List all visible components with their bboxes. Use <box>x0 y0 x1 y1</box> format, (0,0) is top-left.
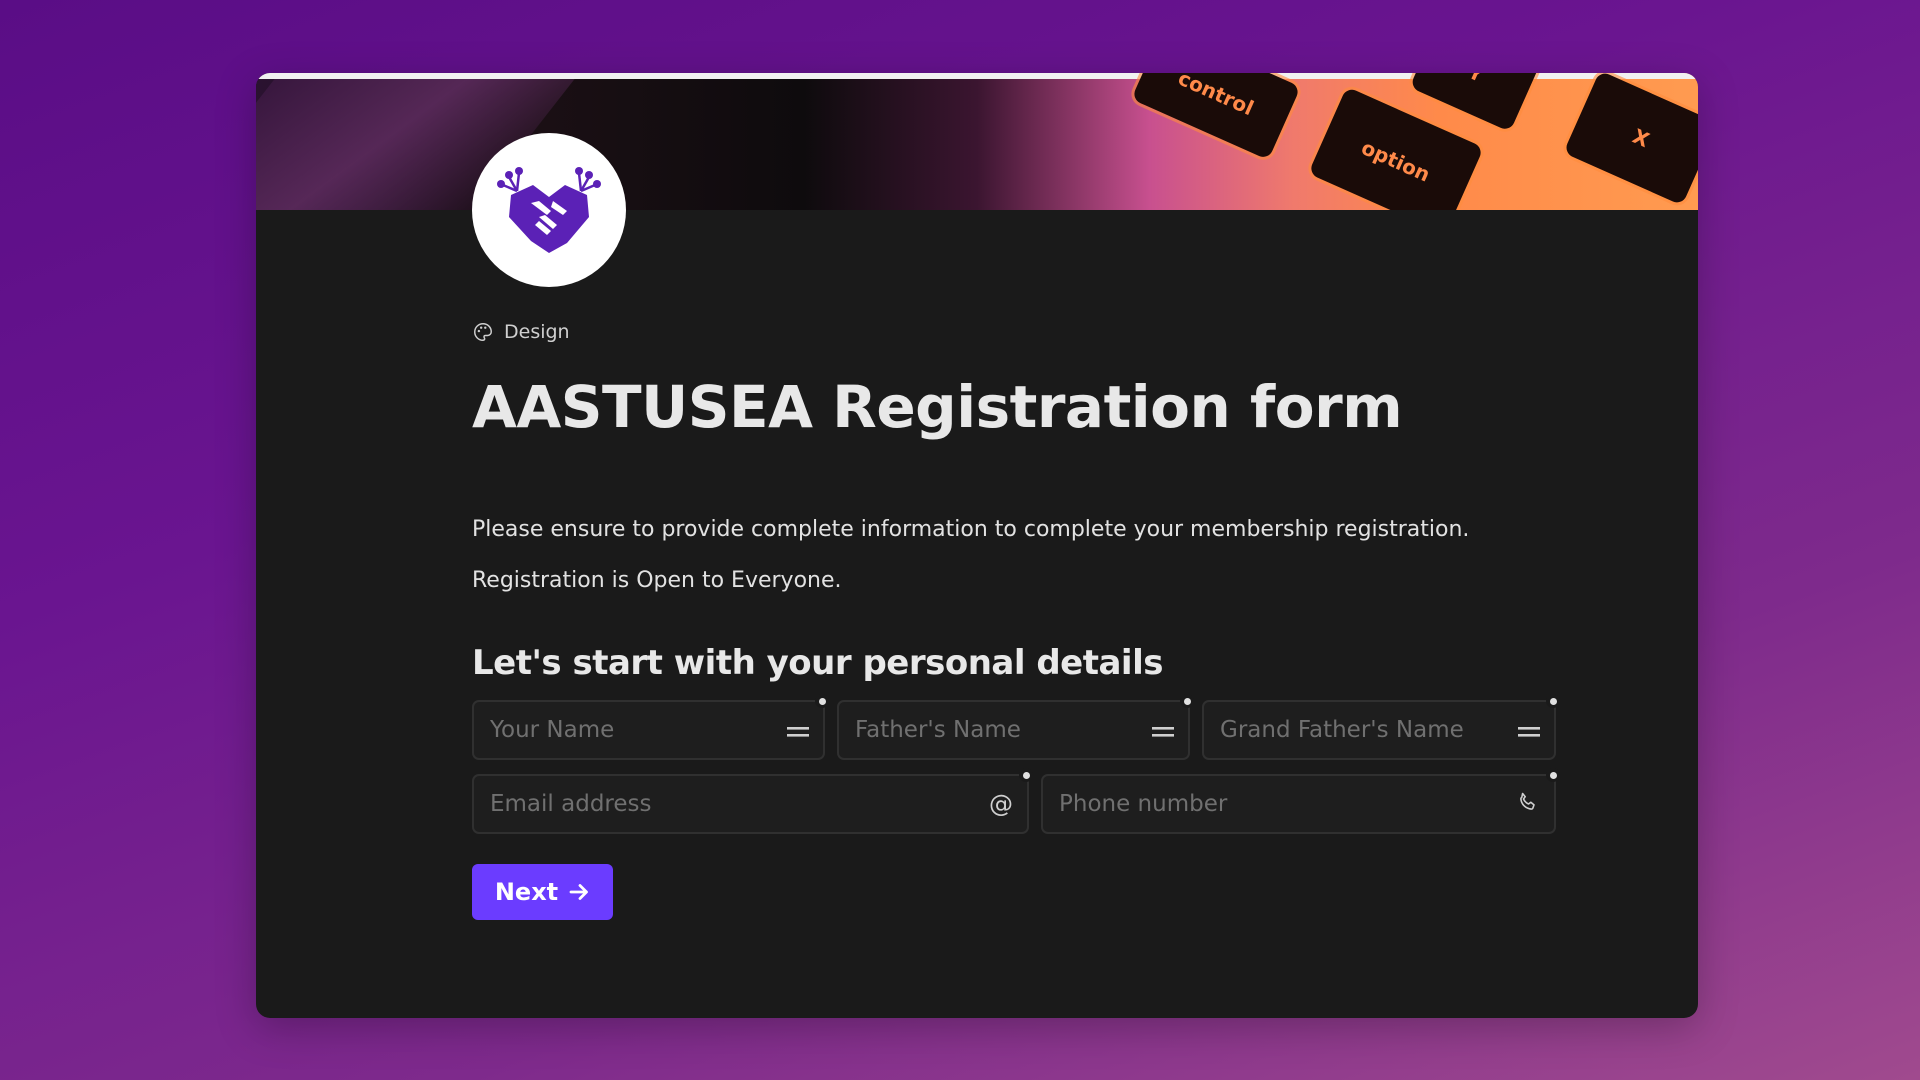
equals-icon <box>1152 718 1174 742</box>
keyboard-key: control <box>1131 73 1301 161</box>
equals-icon <box>787 718 809 742</box>
handshake-icon <box>497 167 601 253</box>
grandfathers-name-placeholder: Grand Father's Name <box>1220 717 1464 743</box>
fathers-name-placeholder: Father's Name <box>855 717 1021 743</box>
email-field[interactable]: Email address @ <box>472 768 1033 834</box>
required-marker <box>1546 768 1560 782</box>
fathers-name-field[interactable]: Father's Name <box>837 694 1194 760</box>
equals-icon <box>1518 718 1540 742</box>
next-button[interactable]: Next <box>472 864 613 920</box>
keyboard-key: X <box>1563 73 1698 206</box>
your-name-field[interactable]: Your Name <box>472 694 829 760</box>
your-name-placeholder: Your Name <box>490 717 615 743</box>
next-button-label: Next <box>494 878 559 906</box>
form-content: Design AASTUSEA Registration form Please… <box>472 317 1572 920</box>
contact-fields-row: Email address @ Phone number <box>472 768 1560 834</box>
category-label: Design <box>472 317 1572 347</box>
form-description: Please ensure to provide complete inform… <box>472 517 1470 542</box>
phone-placeholder: Phone number <box>1059 791 1228 817</box>
category-text: Design <box>504 321 570 343</box>
grandfathers-name-field[interactable]: Grand Father's Name <box>1202 694 1560 760</box>
name-fields-row: Your Name Father's Name Grand Father's N… <box>472 694 1560 760</box>
required-marker <box>1546 694 1560 708</box>
palette-icon <box>474 323 492 341</box>
section-title: Let's start with your personal details <box>472 643 1163 683</box>
required-marker <box>815 694 829 708</box>
phone-field[interactable]: Phone number <box>1041 768 1560 834</box>
phone-icon <box>1516 790 1540 818</box>
organization-logo <box>472 133 626 287</box>
page-title: AASTUSEA Registration form <box>472 373 1403 441</box>
required-marker <box>1019 768 1033 782</box>
form-card: control option Y X <box>256 73 1698 1018</box>
required-marker <box>1180 694 1194 708</box>
cover-image: control option Y X <box>256 73 1698 210</box>
at-icon: @ <box>989 790 1013 818</box>
form-note: Registration is Open to Everyone. <box>472 568 842 593</box>
arrow-right-icon <box>569 884 589 900</box>
email-placeholder: Email address <box>490 791 652 817</box>
